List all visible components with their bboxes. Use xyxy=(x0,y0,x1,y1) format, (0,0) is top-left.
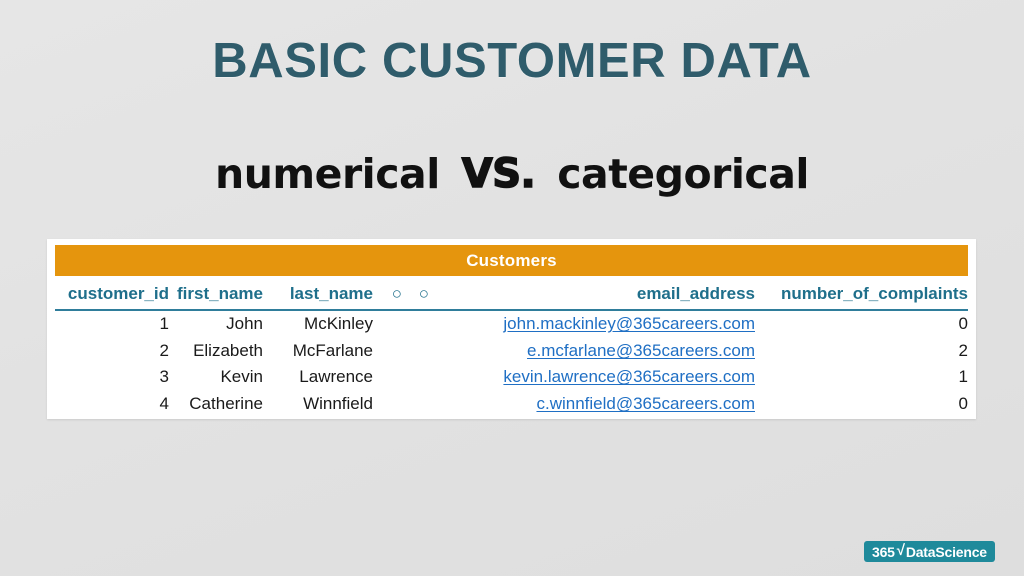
customers-table: customer_id first_name last_name ○ ○ ema… xyxy=(55,280,968,417)
cell-number-of-complaints: 0 xyxy=(958,314,968,334)
column-header-last-name[interactable]: last_name xyxy=(263,280,373,311)
cell-spacer xyxy=(373,391,435,418)
cell-spacer xyxy=(373,338,435,365)
table-body: 1 John McKinley john.mackinley@365career… xyxy=(55,310,968,417)
subtitle-categorical: categorical xyxy=(557,150,809,198)
cell-number-of-complaints: 0 xyxy=(958,394,968,414)
cell-email-address: c.winnfield@365careers.com xyxy=(435,391,755,418)
cell-number-of-complaints: 1 xyxy=(958,367,968,387)
cell-email-address: john.mackinley@365careers.com xyxy=(435,310,755,338)
column-header-ellipsis-icon: ○ ○ xyxy=(373,280,435,311)
cell-first-name: Elizabeth xyxy=(193,340,263,360)
email-link[interactable]: c.winnfield@365careers.com xyxy=(536,394,755,413)
cell-spacer xyxy=(373,364,435,391)
cell-first-name: John xyxy=(226,314,263,334)
table-row: 3 Kevin Lawrence kevin.lawrence@365caree… xyxy=(55,364,968,391)
column-header-customer-id[interactable]: customer_id xyxy=(55,280,169,311)
column-header-number-of-complaints[interactable]: number_of_complaints xyxy=(755,280,968,311)
logo-prefix: 365 xyxy=(872,543,895,560)
cell-customer-id: 2 xyxy=(159,340,169,360)
cell-last-name: Lawrence xyxy=(299,367,373,387)
cell-last-name: Winnfield xyxy=(303,394,373,414)
customers-table-card: Customers customer_id first_name last_na… xyxy=(47,239,976,419)
cell-spacer xyxy=(373,310,435,338)
cell-last-name: McKinley xyxy=(304,314,373,334)
table-header-row: customer_id first_name last_name ○ ○ ema… xyxy=(55,280,968,311)
cell-first-name: Catherine xyxy=(189,394,263,414)
email-link[interactable]: kevin.lawrence@365careers.com xyxy=(503,367,755,386)
column-header-email-address[interactable]: email_address xyxy=(435,280,755,311)
cell-email-address: e.mcfarlane@365careers.com xyxy=(435,338,755,365)
slide-canvas: BASIC CUSTOMER DATA numerical VS. categori… xyxy=(0,0,1024,576)
cell-first-name: Kevin xyxy=(220,367,263,387)
cell-customer-id: 1 xyxy=(159,314,169,334)
subtitle-numerical: numerical xyxy=(215,150,440,198)
radical-icon: √ xyxy=(896,542,905,559)
table-banner-title: Customers xyxy=(55,245,968,276)
table-row: 2 Elizabeth McFarlane e.mcfarlane@365car… xyxy=(55,338,968,365)
table-row: 1 John McKinley john.mackinley@365career… xyxy=(55,310,968,338)
subtitle: numerical VS. categorical xyxy=(0,150,1024,198)
table-row: 4 Catherine Winnfield c.winnfield@365car… xyxy=(55,391,968,418)
email-link[interactable]: e.mcfarlane@365careers.com xyxy=(527,341,755,360)
cell-email-address: kevin.lawrence@365careers.com xyxy=(435,364,755,391)
column-header-first-name[interactable]: first_name xyxy=(169,280,263,311)
cell-number-of-complaints: 2 xyxy=(958,340,968,360)
cell-last-name: McFarlane xyxy=(292,340,373,360)
subtitle-vs: VS. xyxy=(461,150,537,198)
cell-customer-id: 3 xyxy=(159,367,169,387)
email-link[interactable]: john.mackinley@365careers.com xyxy=(503,314,755,333)
brand-logo[interactable]: 365 √ DataScience xyxy=(864,541,995,562)
page-title: BASIC CUSTOMER DATA xyxy=(212,34,812,88)
cell-customer-id: 4 xyxy=(159,394,169,414)
logo-suffix: DataScience xyxy=(905,543,987,560)
